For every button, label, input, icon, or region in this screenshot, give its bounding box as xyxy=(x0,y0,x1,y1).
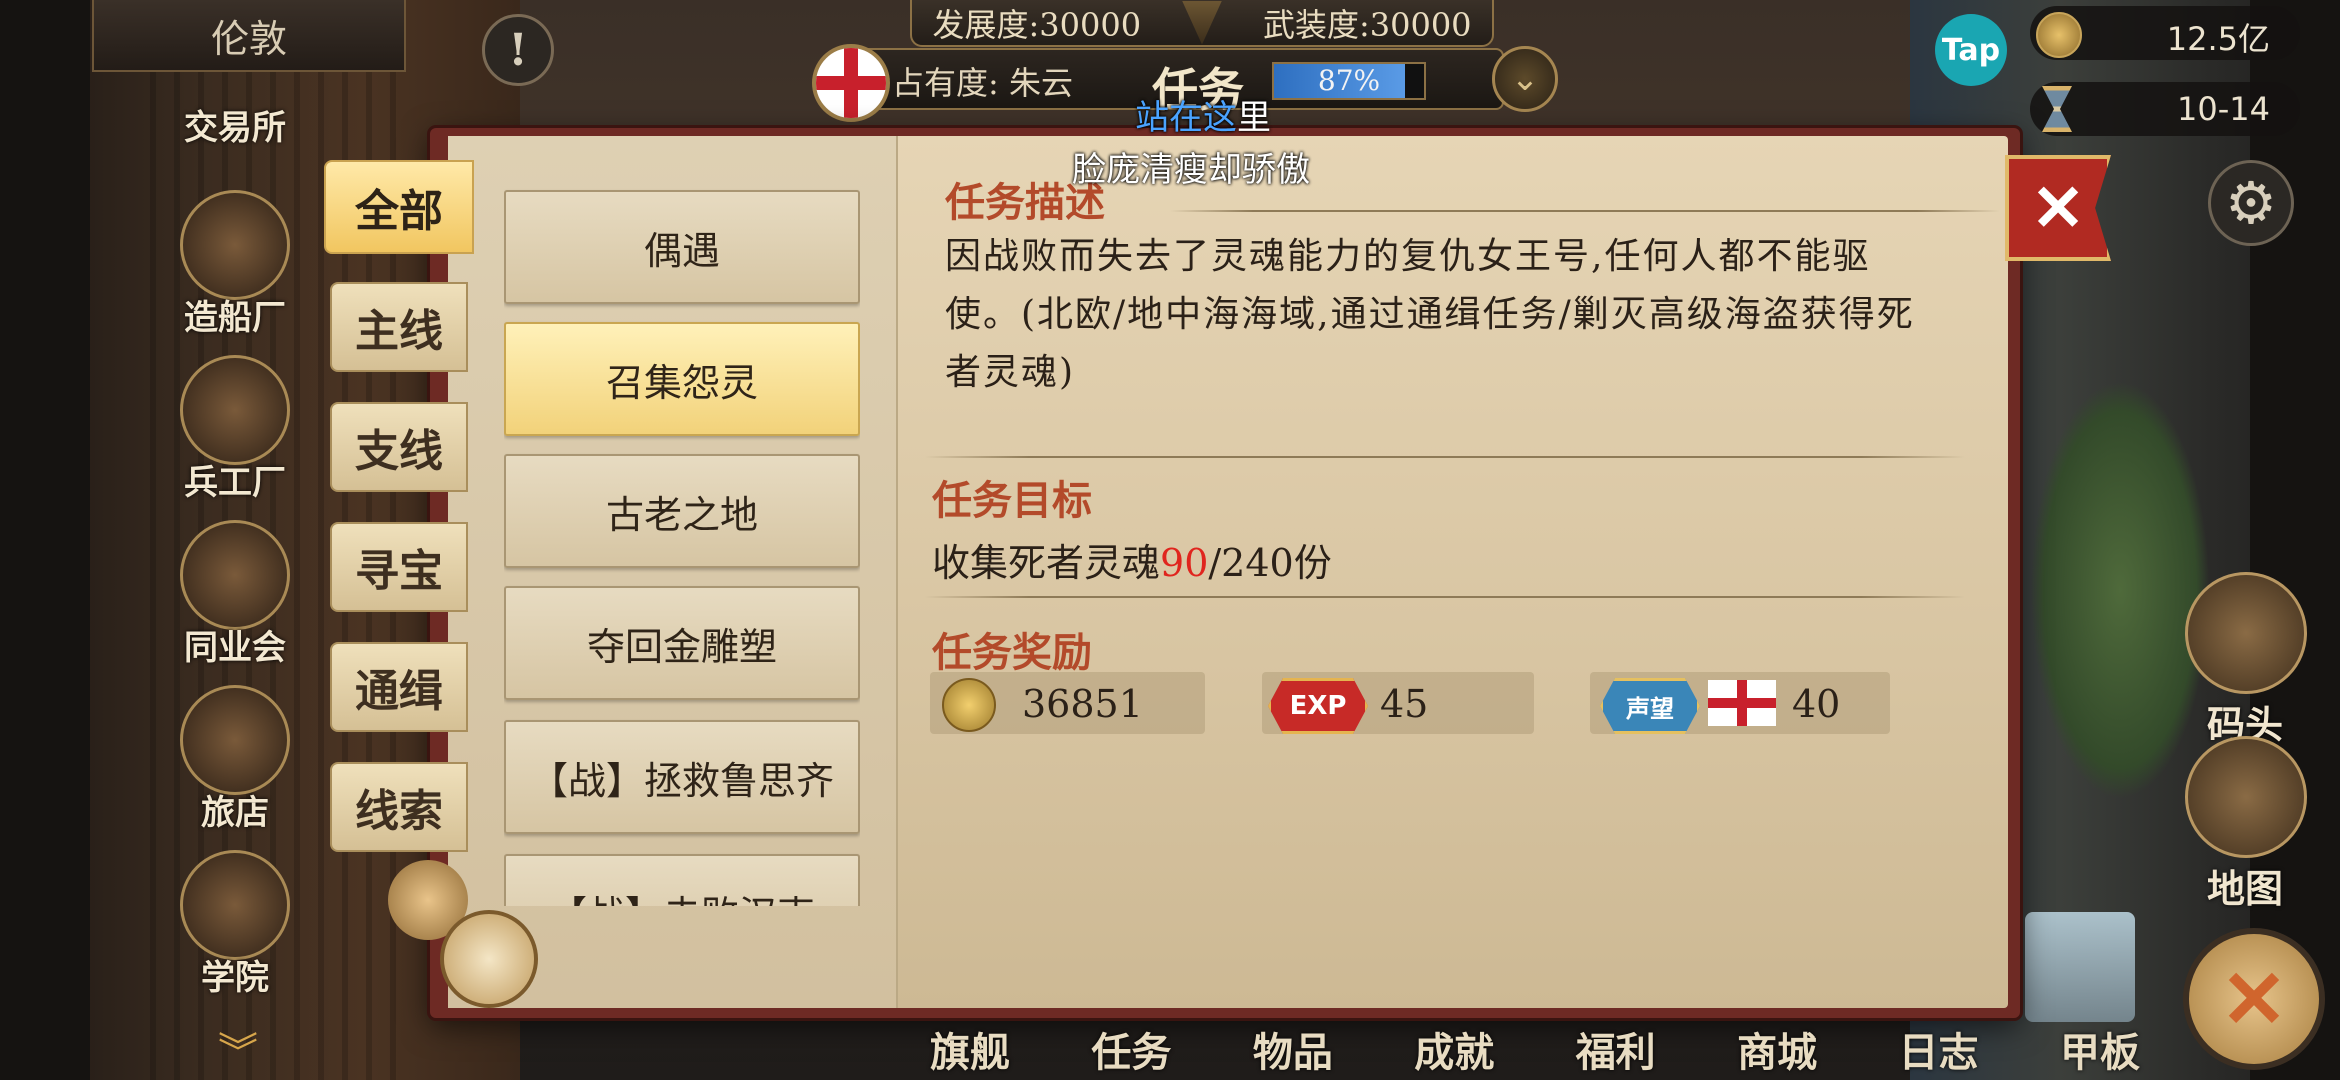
basket-icon xyxy=(180,685,290,795)
gold-resource: 12.5亿 xyxy=(2030,6,2300,60)
divider xyxy=(925,596,1965,598)
task-item-golden-statue[interactable]: 夺回金雕塑 xyxy=(504,586,860,700)
occupancy-percent: 87% xyxy=(1317,64,1381,97)
task-item-summon-spirits[interactable]: 召集怨灵 xyxy=(504,322,860,436)
subtitle-line-2: 脸庞清瘦却骄傲 xyxy=(1072,150,1310,190)
exp-badge-icon: EXP xyxy=(1268,678,1368,734)
reward-exp: EXP 45 xyxy=(1262,672,1534,734)
nav-shipyard-label: 造船厂 xyxy=(184,298,286,338)
reward-title: 任务奖励 xyxy=(932,629,1092,676)
bottom-nav-achievements[interactable]: 成就 xyxy=(1414,1020,1494,1080)
bottom-nav-deck[interactable]: 甲板 xyxy=(2060,1020,2140,1080)
task-item-rescue[interactable]: 【战】拯救鲁思齐 xyxy=(504,720,860,834)
date-value: 10-14 xyxy=(2177,90,2270,128)
date-resource: 10-14 xyxy=(2030,82,2300,136)
reward-gold: 36851 xyxy=(930,672,1205,734)
power-stats: 发展度:30000 武装度:30000 xyxy=(910,0,1494,47)
anchor-icon xyxy=(180,520,290,630)
nav-inn-label: 旅店 xyxy=(201,793,269,833)
screen-edge-left xyxy=(0,0,90,1080)
bottom-nav-log[interactable]: 日志 xyxy=(1899,1020,1979,1080)
occupancy-label: 占有度: 朱云 xyxy=(892,64,1073,102)
city-name: 伦敦 xyxy=(92,0,406,72)
task-item-encounter[interactable]: 偶遇 xyxy=(504,190,860,304)
nav-inn[interactable]: 旅店 xyxy=(170,685,300,834)
nav-exchange[interactable]: 交易所 xyxy=(170,100,300,149)
bottom-nav-shop[interactable]: 商城 xyxy=(1737,1020,1817,1080)
gold-coin-icon xyxy=(942,678,996,732)
tap-logo-icon[interactable]: Tap xyxy=(1935,14,2007,86)
task-item-defeat[interactable]: 【战】击败汉克 xyxy=(504,854,860,906)
task-list[interactable]: 偶遇 召集怨灵 古老之地 夺回金雕塑 【战】拯救鲁思齐 【战】击败汉克 xyxy=(504,186,860,906)
chevron-down-icon[interactable]: ︾ xyxy=(218,1020,258,1078)
compass-icon[interactable] xyxy=(440,910,538,1008)
reward-reputation: 声望 40 xyxy=(1590,672,1890,734)
nav-guild[interactable]: 同业会 xyxy=(170,520,300,669)
expand-chevron-icon[interactable]: ⌄ xyxy=(1492,46,1558,112)
close-menu-icon[interactable]: ✕ xyxy=(2183,928,2325,1070)
nav-exchange-label: 交易所 xyxy=(184,108,286,148)
task-item-ancient-land[interactable]: 古老之地 xyxy=(504,454,860,568)
tab-wanted[interactable]: 通缉 xyxy=(330,642,468,732)
hourglass-icon xyxy=(2042,86,2072,132)
nav-armory-label: 兵工厂 xyxy=(184,463,286,503)
development-stat: 发展度:30000 xyxy=(932,5,1142,44)
nav-dock[interactable]: 码头 xyxy=(2185,572,2307,749)
task-description: 因战败而失去了灵魂能力的复仇女王号,任何人都不能驱使。(北欧/地中海海域,通过通… xyxy=(945,236,1915,393)
cannon-icon xyxy=(180,355,290,465)
goal-title: 任务目标 xyxy=(932,477,1092,524)
gold-coin-icon xyxy=(2036,12,2082,58)
occupancy-progress-bar: 87% xyxy=(1272,62,1426,100)
bottom-nav-flagship[interactable]: 旗舰 xyxy=(930,1020,1010,1080)
england-flag-icon xyxy=(1708,680,1776,726)
ship-icon xyxy=(180,190,290,300)
nav-guild-label: 同业会 xyxy=(184,628,286,668)
bottom-nav-tasks[interactable]: 任务 xyxy=(1091,1020,1171,1080)
tab-all[interactable]: 全部 xyxy=(324,160,474,254)
subtitle-line-1: 站在这里 xyxy=(1135,98,1271,138)
shield-divider-icon xyxy=(1182,0,1222,45)
nav-map-label: 地图 xyxy=(2206,866,2283,911)
england-flag-icon[interactable] xyxy=(812,44,890,122)
tab-clues[interactable]: 线索 xyxy=(330,762,468,852)
alert-icon[interactable]: ! xyxy=(482,14,554,86)
map-scroll-icon xyxy=(2185,736,2307,858)
task-goal: 收集死者灵魂90/240份 xyxy=(932,541,1332,585)
tab-treasure[interactable]: 寻宝 xyxy=(330,522,468,612)
nav-map[interactable]: 地图 xyxy=(2185,736,2307,913)
bottom-nav: 旗舰 任务 物品 成就 福利 商城 日志 甲板 xyxy=(930,1020,2140,1080)
divider xyxy=(1170,210,2000,212)
tab-side[interactable]: 支线 xyxy=(330,402,468,492)
book-icon xyxy=(180,850,290,960)
nav-armory[interactable]: 兵工厂 xyxy=(170,355,300,504)
tab-main[interactable]: 主线 xyxy=(330,282,468,372)
divider xyxy=(925,456,1965,458)
armament-stat: 武装度:30000 xyxy=(1262,5,1472,44)
bottom-nav-welfare[interactable]: 福利 xyxy=(1576,1020,1656,1080)
reputation-badge-icon: 声望 xyxy=(1600,678,1700,734)
nav-academy[interactable]: 学院 xyxy=(170,850,300,999)
bottom-nav-items[interactable]: 物品 xyxy=(1253,1020,1333,1080)
gear-icon[interactable]: ⚙ xyxy=(2208,160,2294,246)
nav-shipyard[interactable]: 造船厂 xyxy=(170,190,300,339)
gold-value: 12.5亿 xyxy=(2166,20,2270,58)
dock-icon xyxy=(2185,572,2307,694)
nav-academy-label: 学院 xyxy=(201,958,269,998)
ship-thumbnail-icon[interactable] xyxy=(2025,912,2135,1022)
goal-current: 90 xyxy=(1160,541,1209,585)
